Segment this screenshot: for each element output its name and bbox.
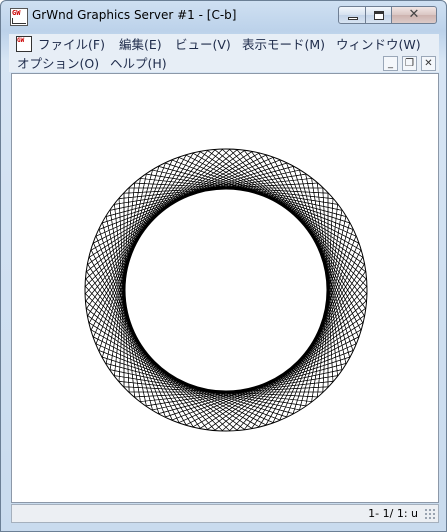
- menu-options[interactable]: オプション(O): [17, 54, 99, 73]
- graphics-canvas[interactable]: [11, 73, 439, 503]
- title-bar[interactable]: GW GrWnd Graphics Server #1 - [C-b] ✕: [1, 1, 446, 31]
- minimize-icon: [348, 17, 358, 20]
- status-page-indicator: 1- 1/ 1: u: [368, 507, 418, 520]
- ring-figure: [84, 148, 368, 432]
- menu-bar: GW ファイル(F) 編集(E) ビュー(V) 表示モード(M) ウィンドウ(W…: [9, 34, 439, 72]
- menu-file[interactable]: ファイル(F): [38, 35, 105, 54]
- status-bar: 1- 1/ 1: u: [11, 504, 439, 523]
- inner-circle: [122, 186, 330, 394]
- menu-window[interactable]: ウィンドウ(W): [336, 35, 421, 54]
- document-icon[interactable]: GW: [16, 36, 32, 52]
- close-icon: ✕: [408, 7, 420, 22]
- window-title: GrWnd Graphics Server #1 - [C-b]: [32, 8, 237, 22]
- outer-circle: [84, 148, 368, 432]
- maximize-button[interactable]: [365, 6, 392, 24]
- minimize-icon: _: [388, 58, 393, 69]
- menu-help[interactable]: ヘルプ(H): [110, 54, 167, 73]
- restore-icon: ❐: [405, 58, 414, 69]
- close-button[interactable]: ✕: [391, 6, 437, 24]
- maximize-icon: [374, 11, 384, 20]
- menu-display-mode[interactable]: 表示モード(M): [242, 35, 325, 54]
- menu-view[interactable]: ビュー(V): [175, 35, 231, 54]
- child-restore-button[interactable]: ❐: [402, 56, 417, 71]
- close-icon: ✕: [424, 58, 433, 69]
- app-icon[interactable]: GW: [10, 8, 28, 26]
- minimize-button[interactable]: [338, 6, 366, 24]
- ring-chords: [84, 148, 368, 432]
- resize-grip-icon[interactable]: [424, 508, 436, 520]
- app-window: GW GrWnd Graphics Server #1 - [C-b] ✕ GW…: [0, 0, 447, 532]
- child-close-button[interactable]: ✕: [421, 56, 436, 71]
- child-minimize-button[interactable]: _: [383, 56, 398, 71]
- menu-edit[interactable]: 編集(E): [119, 35, 162, 54]
